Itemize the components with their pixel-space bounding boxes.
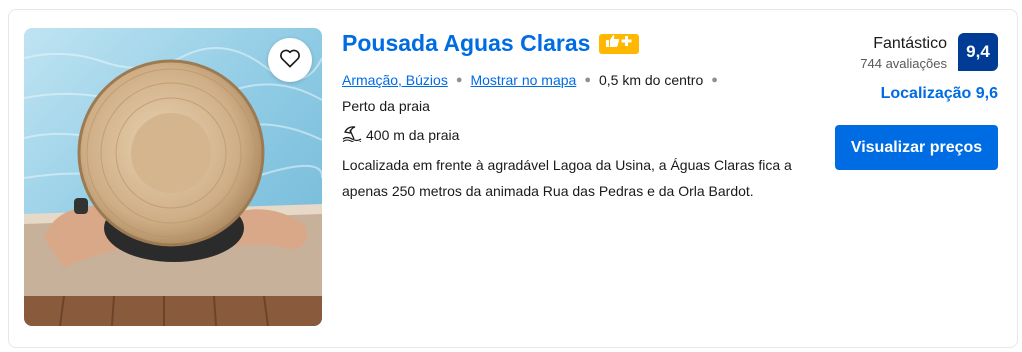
location-link[interactable]: Armação, Búzios	[342, 72, 448, 88]
see-prices-button[interactable]: Visualizar preços	[835, 125, 998, 170]
review-count: 744 avaliações	[860, 56, 947, 71]
preferred-partner-badge	[599, 33, 640, 54]
beach-umbrella-icon	[342, 124, 362, 145]
title-row: Pousada Aguas Claras	[342, 30, 640, 57]
separator-dot: ●	[711, 74, 718, 86]
beach-distance-text: 400 m da praia	[366, 126, 460, 143]
near-beach-label: Perto da praia	[342, 98, 430, 114]
location-score: Localização 9,6	[880, 85, 998, 102]
distance-from-center: 0,5 km do centro	[598, 72, 704, 88]
location-row: Armação, Búzios ● Mostrar no mapa ● 0,5 …	[342, 72, 726, 88]
favorite-button[interactable]	[268, 38, 312, 82]
separator-dot: ●	[584, 74, 591, 86]
review-score-badge[interactable]: 9,4	[958, 33, 998, 71]
review-score-label: Fantástico	[873, 35, 947, 52]
property-description: Localizada em frente à agradável Lagoa d…	[342, 157, 792, 199]
show-on-map-link[interactable]: Mostrar no mapa	[470, 72, 576, 88]
beach-distance-row: 400 m da praia	[342, 124, 459, 145]
thumbs-up-plus-icon	[604, 34, 634, 53]
separator-dot: ●	[455, 74, 463, 86]
property-title-link[interactable]: Pousada Aguas Claras	[342, 30, 590, 57]
heart-outline-icon	[279, 48, 301, 73]
